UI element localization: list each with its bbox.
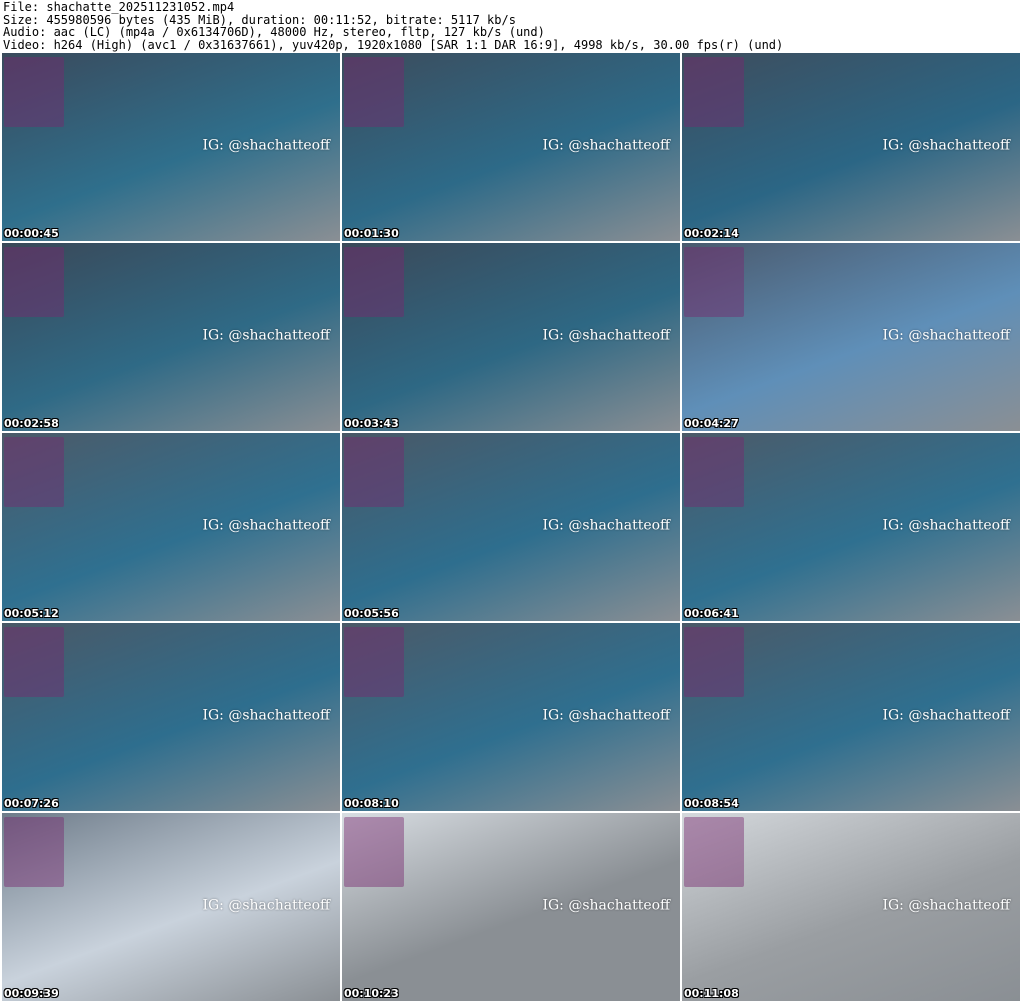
thumbnail-frame: IG: @shachatteoff 00:01:30	[342, 53, 680, 241]
overlay-panel	[344, 437, 404, 507]
overlay-panel	[344, 627, 404, 697]
timestamp: 00:02:58	[4, 417, 59, 430]
timestamp: 00:03:43	[344, 417, 399, 430]
overlay-panel	[4, 817, 64, 887]
thumbnail-frame: IG: @shachatteoff 00:02:58	[2, 243, 340, 431]
watermark: IG: @shachatteoff	[542, 327, 670, 344]
overlay-panel	[344, 57, 404, 127]
timestamp: 00:01:30	[344, 227, 399, 240]
watermark: IG: @shachatteoff	[202, 517, 330, 534]
thumbnail-frame: IG: @shachatteoff 00:08:10	[342, 623, 680, 811]
overlay-panel	[4, 627, 64, 697]
timestamp: 00:00:45	[4, 227, 59, 240]
watermark: IG: @shachatteoff	[542, 137, 670, 154]
watermark: IG: @shachatteoff	[202, 707, 330, 724]
overlay-panel	[684, 627, 744, 697]
thumbnail-frame: IG: @shachatteoff 00:07:26	[2, 623, 340, 811]
watermark: IG: @shachatteoff	[542, 707, 670, 724]
timestamp: 00:08:54	[684, 797, 739, 810]
thumbnail-frame: IG: @shachatteoff 00:02:14	[682, 53, 1020, 241]
file-info-header: File: shachatte_202511231052.mp4 Size: 4…	[3, 1, 783, 51]
timestamp: 00:04:27	[684, 417, 739, 430]
watermark: IG: @shachatteoff	[882, 517, 1010, 534]
thumbnail-frame: IG: @shachatteoff 00:03:43	[342, 243, 680, 431]
timestamp: 00:05:12	[4, 607, 59, 620]
thumbnail-frame: IG: @shachatteoff 00:06:41	[682, 433, 1020, 621]
watermark: IG: @shachatteoff	[202, 897, 330, 914]
watermark: IG: @shachatteoff	[882, 137, 1010, 154]
overlay-panel	[684, 437, 744, 507]
file-name: File: shachatte_202511231052.mp4	[3, 0, 235, 14]
overlay-panel	[344, 817, 404, 887]
timestamp: 00:08:10	[344, 797, 399, 810]
timestamp: 00:05:56	[344, 607, 399, 620]
thumbnail-frame: IG: @shachatteoff 00:05:12	[2, 433, 340, 621]
watermark: IG: @shachatteoff	[882, 897, 1010, 914]
timestamp: 00:10:23	[344, 987, 399, 1000]
timestamp: 00:09:39	[4, 987, 59, 1000]
thumbnail-frame: IG: @shachatteoff 00:05:56	[342, 433, 680, 621]
timestamp: 00:02:14	[684, 227, 739, 240]
video-info: Video: h264 (High) (avc1 / 0x31637661), …	[3, 37, 784, 52]
thumbnail-frame: IG: @shachatteoff 00:04:27	[682, 243, 1020, 431]
thumbnail-frame: IG: @shachatteoff 00:10:23	[342, 813, 680, 1001]
watermark: IG: @shachatteoff	[542, 517, 670, 534]
timestamp: 00:11:08	[684, 987, 739, 1000]
thumbnail-frame: IG: @shachatteoff 00:00:45	[2, 53, 340, 241]
thumbnail-frame: IG: @shachatteoff 00:11:08	[682, 813, 1020, 1001]
watermark: IG: @shachatteoff	[882, 327, 1010, 344]
thumbnail-grid: IG: @shachatteoff 00:00:45 IG: @shachatt…	[2, 53, 1020, 1001]
timestamp: 00:06:41	[684, 607, 739, 620]
thumbnail-frame: IG: @shachatteoff 00:09:39	[2, 813, 340, 1001]
thumbnail-frame: IG: @shachatteoff 00:08:54	[682, 623, 1020, 811]
overlay-panel	[4, 57, 64, 127]
timestamp: 00:07:26	[4, 797, 59, 810]
watermark: IG: @shachatteoff	[542, 897, 670, 914]
overlay-panel	[4, 247, 64, 317]
overlay-panel	[344, 247, 404, 317]
watermark: IG: @shachatteoff	[202, 327, 330, 344]
overlay-panel	[4, 437, 64, 507]
overlay-panel	[684, 57, 744, 127]
watermark: IG: @shachatteoff	[202, 137, 330, 154]
audio-info: Audio: aac (LC) (mp4a / 0x6134706D), 480…	[3, 25, 545, 39]
watermark: IG: @shachatteoff	[882, 707, 1010, 724]
overlay-panel	[684, 817, 744, 887]
overlay-panel	[684, 247, 744, 317]
